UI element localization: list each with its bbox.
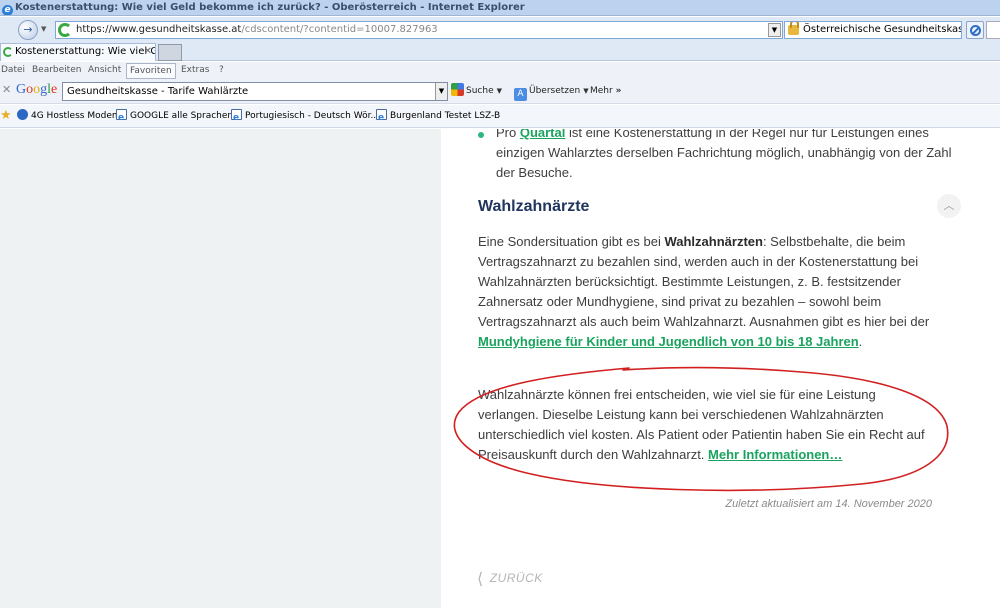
certificate-label: Österreichische Gesundheitskasse [AT] xyxy=(803,24,961,35)
new-tab-button[interactable] xyxy=(158,44,182,61)
menu-help[interactable]: ? xyxy=(216,62,227,79)
history-dropdown-icon[interactable]: ▼ xyxy=(41,25,46,33)
google-search-icon xyxy=(451,83,464,96)
last-updated-text: Zuletzt aktualisiert am 14. November 202… xyxy=(725,498,932,510)
section-heading: Wahlzahnärzte xyxy=(478,198,590,215)
ie-page-icon xyxy=(116,107,127,130)
translate-icon: A xyxy=(514,88,527,101)
security-certificate[interactable]: Österreichische Gesundheitskasse [AT] xyxy=(784,21,962,39)
google-search-input[interactable]: Gesundheitskasse - Tarife Wahlärzte ▼ xyxy=(62,82,448,101)
tab-kostenerstattung[interactable]: Kostenerstattung: Wie viel G... ✕ xyxy=(0,43,156,61)
close-toolbar-icon[interactable]: ✕ xyxy=(2,83,11,96)
google-search-button[interactable]: Suche ▼ xyxy=(451,83,502,99)
preisauskunft-paragraph: Wahlzahnärzte können frei entscheiden, w… xyxy=(478,387,925,462)
google-search-value: Gesundheitskasse - Tarife Wahlärzte xyxy=(67,86,249,97)
navigation-bar: ← → ▼ https://www.gesundheitskasse.at/cd… xyxy=(0,17,1000,477)
stop-icon xyxy=(970,25,981,36)
collapse-section-button[interactable]: ︿ xyxy=(937,194,961,218)
internet-explorer-icon: e xyxy=(2,5,13,15)
stop-button[interactable] xyxy=(966,21,984,39)
close-tab-icon[interactable]: ✕ xyxy=(144,44,152,60)
more-button[interactable]: Mehr » xyxy=(590,83,621,99)
more-info-link[interactable]: Mehr Informationen… xyxy=(708,447,842,462)
ie-page-icon xyxy=(231,107,242,130)
chevron-up-icon: ︿ xyxy=(943,199,955,212)
google-logo: Google xyxy=(16,82,58,97)
modem-icon xyxy=(17,109,28,120)
previous-bullet-text: Pro Quartal ist eine Kostenerstattung in… xyxy=(478,129,956,183)
page-loading-icon xyxy=(58,23,72,37)
chevron-left-icon: ⟨ xyxy=(477,571,484,588)
google-toolbar: ✕ Google Gesundheitskasse - Tarife Wahlä… xyxy=(0,79,1000,104)
menu-favoriten[interactable]: Favoriten xyxy=(126,63,176,79)
tab-favicon-icon xyxy=(3,47,13,57)
lock-icon xyxy=(788,22,799,35)
forward-button[interactable]: → xyxy=(18,20,38,40)
tab-label: Kostenerstattung: Wie viel G... xyxy=(15,46,156,57)
window-title-bar: e Kostenerstattung: Wie viel Geld bekomme… xyxy=(0,0,1000,16)
menu-datei[interactable]: Datei xyxy=(0,62,28,79)
menu-bar: Datei Bearbeiten Ansicht Favoriten Extra… xyxy=(0,62,1000,79)
favorite-4g-modem[interactable]: 4G Hostless Modem xyxy=(17,105,121,128)
back-link[interactable]: ⟨ ZURÜCK xyxy=(477,569,543,589)
translate-button[interactable]: A Übersetzen ▼ xyxy=(514,83,589,101)
menu-extras[interactable]: Extras xyxy=(178,62,212,79)
article-content: Pro Quartal ist eine Kostenerstattung in… xyxy=(441,129,1000,608)
wahlzahnaerzte-paragraph: Eine Sondersituation gibt es bei Wahlzah… xyxy=(478,234,930,349)
favorites-bar: ★ 4G Hostless Modem GOOGLE alle Sprachen… xyxy=(0,105,1000,130)
tab-bar: Kostenerstattung: Wie viel G... ✕ xyxy=(0,43,1000,61)
page-left-margin xyxy=(0,129,441,608)
address-input[interactable]: https://www.gesundheitskasse.at/cdsconte… xyxy=(55,21,783,39)
favorites-star-icon[interactable]: ★ xyxy=(0,108,12,124)
menu-bearbeiten[interactable]: Bearbeiten xyxy=(29,62,84,79)
ie-page-icon xyxy=(376,107,387,130)
quartal-link[interactable]: Quartal xyxy=(520,129,566,140)
mundhygiene-link[interactable]: Mundyhgiene für Kinder und Jugendlich vo… xyxy=(478,334,859,349)
favorite-portugiesisch[interactable]: Portugiesisch - Deutsch Wör... xyxy=(231,105,379,130)
address-dropdown-button[interactable]: ▼ xyxy=(768,23,781,37)
search-dropdown-button[interactable]: ▼ xyxy=(435,83,447,100)
menu-ansicht[interactable]: Ansicht xyxy=(85,62,124,79)
bullet-icon xyxy=(478,132,484,138)
search-box-edge[interactable] xyxy=(986,21,1000,39)
favorite-google-sprachen[interactable]: GOOGLE alle Sprachen xyxy=(116,105,233,130)
double-chevron-icon: » xyxy=(615,86,622,96)
url-text: https://www.gesundheitskasse.at/cdsconte… xyxy=(76,24,438,35)
favorite-burgenland[interactable]: Burgenland Testet LSZ-B xyxy=(376,105,500,130)
window-title: Kostenerstattung: Wie viel Geld bekomme … xyxy=(15,2,525,13)
